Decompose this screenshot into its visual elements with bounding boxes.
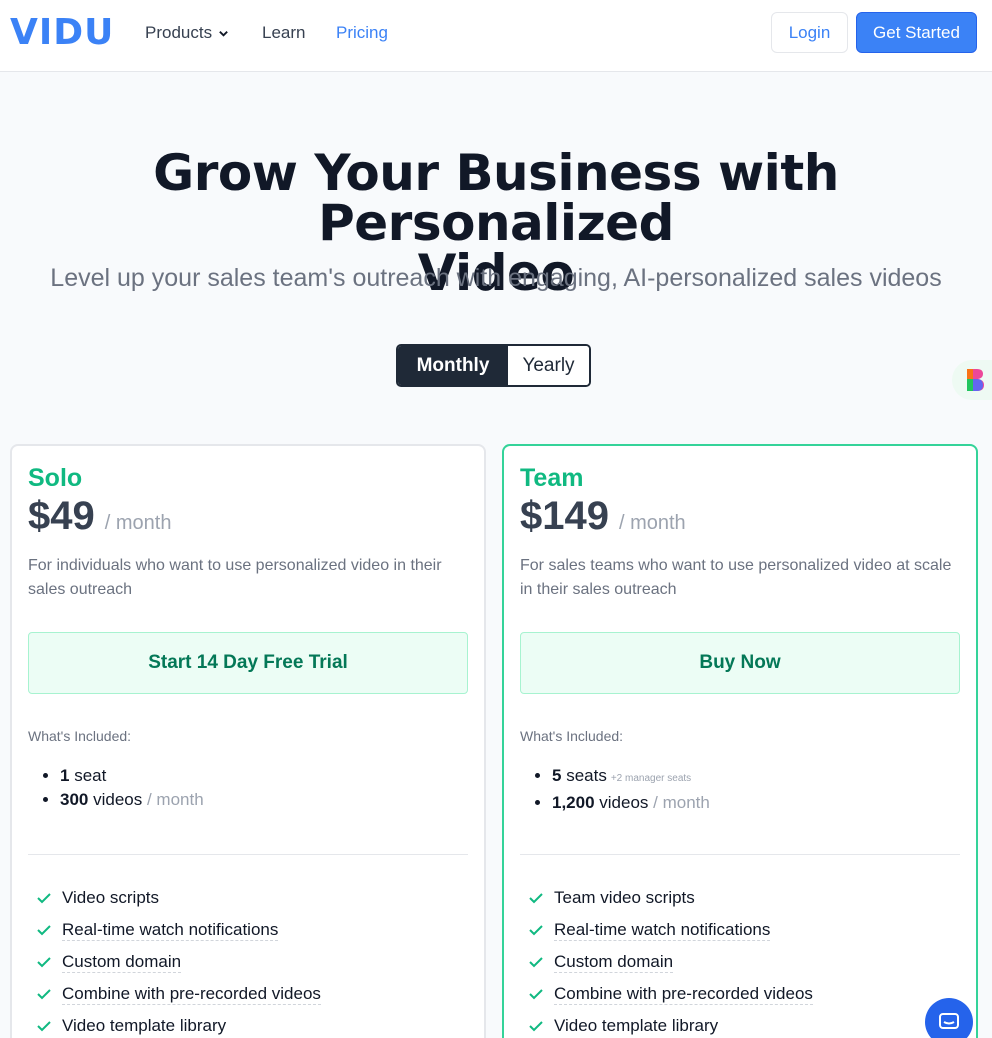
check-icon xyxy=(529,989,543,1000)
feature-label: Team video scripts xyxy=(554,888,695,907)
check-icon xyxy=(37,957,51,968)
chevron-down-icon xyxy=(219,30,228,37)
page-subtitle: Level up your sales team's outreach with… xyxy=(50,264,942,292)
check-icon xyxy=(529,1021,543,1032)
list-item: 1 seat xyxy=(60,764,204,788)
nav-pricing[interactable]: Pricing xyxy=(336,23,388,43)
video-label: videos xyxy=(88,790,147,809)
feature-item: Team video scripts xyxy=(528,882,813,914)
floating-app-icon xyxy=(967,369,984,391)
seat-label: seat xyxy=(69,766,107,785)
vidu-logo[interactable]: VIDU xyxy=(10,12,114,53)
plan-name: Team xyxy=(520,464,584,492)
check-icon xyxy=(37,893,51,904)
check-icon xyxy=(529,925,543,936)
plan-description: For individuals who want to use personal… xyxy=(28,557,442,598)
plan-price-amount: $49 xyxy=(28,494,95,538)
plan-price: $149 / month xyxy=(520,494,686,539)
feature-item: Video template library xyxy=(36,1010,321,1038)
check-icon xyxy=(37,1021,51,1032)
nav-pricing-label: Pricing xyxy=(336,23,388,42)
video-period: / month xyxy=(146,790,204,809)
plan-price-period: / month xyxy=(104,512,172,534)
login-button[interactable]: Login xyxy=(771,12,848,53)
feature-label[interactable]: Real-time watch notifications xyxy=(62,920,279,941)
plan-price: $49 / month xyxy=(28,494,171,539)
chat-icon xyxy=(939,1013,959,1029)
feature-item: Real-time watch notifications xyxy=(36,914,321,946)
monthly-toggle-button[interactable]: Monthly xyxy=(398,346,508,385)
feature-label[interactable]: Combine with pre-recorded videos xyxy=(62,984,321,1005)
feature-list: Video scripts Real-time watch notificati… xyxy=(36,882,321,1038)
check-icon xyxy=(37,925,51,936)
check-icon xyxy=(37,989,51,1000)
check-icon xyxy=(529,893,543,904)
video-count: 300 xyxy=(60,790,89,809)
check-icon xyxy=(529,957,543,968)
divider xyxy=(28,854,468,855)
page-title-line1: Grow Your Business with Personalized xyxy=(153,144,839,252)
included-label: What's Included: xyxy=(520,728,624,744)
feature-item: Real-time watch notifications xyxy=(528,914,813,946)
feature-list: Team video scripts Real-time watch notif… xyxy=(528,882,813,1038)
video-period: / month xyxy=(653,793,710,812)
get-started-button[interactable]: Get Started xyxy=(856,12,977,53)
included-list: 1 seat 300 videos / month xyxy=(44,764,204,812)
chat-launcher-button[interactable] xyxy=(925,998,973,1038)
included-label: What's Included: xyxy=(28,728,132,744)
feature-item: Video template library xyxy=(528,1010,813,1038)
nav-products-label: Products xyxy=(145,23,213,42)
plan-description: For sales teams who want to use personal… xyxy=(520,557,952,598)
feature-item: Combine with pre-recorded videos xyxy=(36,978,321,1010)
yearly-toggle-button[interactable]: Yearly xyxy=(508,346,589,385)
plan-price-period: / month xyxy=(618,512,686,534)
feature-label[interactable]: Custom domain xyxy=(554,952,674,973)
nav-learn[interactable]: Learn xyxy=(262,23,305,43)
plan-card-solo: Solo $49 / month For individuals who wan… xyxy=(10,444,486,1038)
feature-label: Video scripts xyxy=(62,888,160,907)
manager-seats-note: +2 manager seats xyxy=(610,773,692,784)
start-trial-button[interactable]: Start 14 Day Free Trial xyxy=(28,632,468,694)
feature-item: Video scripts xyxy=(36,882,321,914)
floating-app-button[interactable] xyxy=(952,360,992,400)
list-item: 5 seats+2 manager seats xyxy=(552,764,710,791)
divider xyxy=(520,854,960,855)
plan-card-team: Team $149 / month For sales teams who wa… xyxy=(502,444,978,1038)
feature-item: Custom domain xyxy=(36,946,321,978)
billing-toggle: Monthly Yearly xyxy=(396,344,591,387)
plan-price-amount: $149 xyxy=(520,494,609,538)
video-count: 1,200 xyxy=(552,793,595,812)
feature-label[interactable]: Custom domain xyxy=(62,952,182,973)
video-label: videos xyxy=(594,793,654,812)
buy-now-button[interactable]: Buy Now xyxy=(520,632,960,694)
feature-item: Combine with pre-recorded videos xyxy=(528,978,813,1010)
list-item: 300 videos / month xyxy=(60,788,204,812)
feature-label[interactable]: Real-time watch notifications xyxy=(554,920,771,941)
list-item: 1,200 videos / month xyxy=(552,791,710,815)
top-nav: VIDU Products Learn Pricing Login Get St… xyxy=(0,0,992,72)
nav-products[interactable]: Products xyxy=(145,23,229,43)
feature-label[interactable]: Combine with pre-recorded videos xyxy=(554,984,813,1005)
nav-learn-label: Learn xyxy=(262,23,306,42)
feature-label: Video template library xyxy=(62,1016,227,1035)
plan-name: Solo xyxy=(28,464,83,492)
feature-item: Custom domain xyxy=(528,946,813,978)
included-list: 5 seats+2 manager seats 1,200 videos / m… xyxy=(536,764,710,815)
seat-label: seats xyxy=(561,766,607,785)
feature-label: Video template library xyxy=(554,1016,719,1035)
